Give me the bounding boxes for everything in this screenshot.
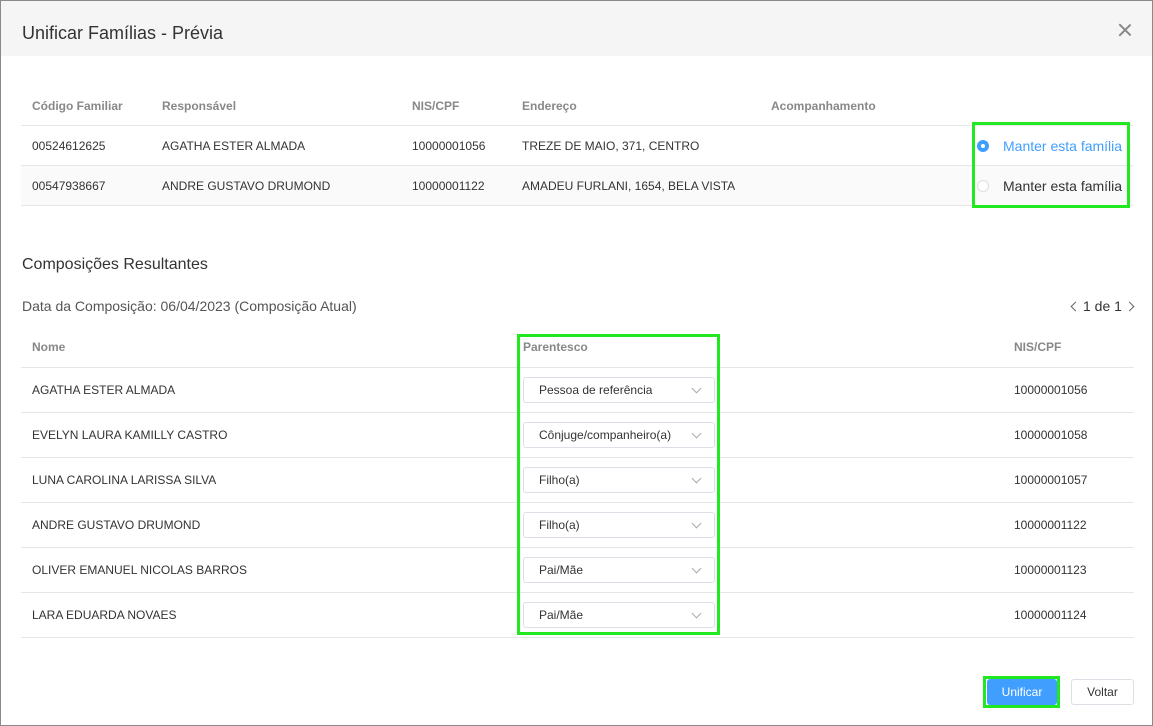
chevron-down-icon xyxy=(691,473,702,484)
chevron-down-icon xyxy=(691,518,702,529)
family-code: 00524612625 xyxy=(32,138,106,153)
relation-select[interactable]: Pai/Mãe xyxy=(523,557,715,583)
relation-select[interactable]: Filho(a) xyxy=(523,512,715,538)
radio-unselected-icon[interactable] xyxy=(977,179,989,192)
keep-family-label[interactable]: Manter esta família xyxy=(1003,178,1122,194)
close-icon[interactable] xyxy=(1118,23,1132,37)
family-address: TREZE DE MAIO, 371, CENTRO xyxy=(522,138,700,153)
chevron-down-icon xyxy=(691,608,702,619)
members-table-header: Nome Parentesco NIS/CPF xyxy=(21,327,1134,368)
member-nis: 10000001123 xyxy=(1014,563,1087,577)
dialog-title: Unificar Famílias - Prévia xyxy=(22,23,224,43)
col-header-address: Endereço xyxy=(522,98,577,113)
family-nis: 10000001056 xyxy=(412,138,486,153)
chevron-down-icon xyxy=(691,428,702,439)
chevron-left-icon[interactable] xyxy=(1070,301,1081,311)
member-row: EVELYN LAURA KAMILLY CASTRO Cônjuge/comp… xyxy=(21,413,1134,458)
composition-pager: 1 de 1 xyxy=(1068,298,1135,314)
member-nis: 10000001056 xyxy=(1014,383,1088,397)
col-header-tracking: Acompanhamento xyxy=(771,98,876,113)
pager-label: 1 de 1 xyxy=(1083,298,1122,314)
relation-select-value: Pai/Mãe xyxy=(539,563,584,577)
member-row: LARA EDUARDA NOVAES Pai/Mãe 10000001124 xyxy=(21,593,1134,638)
unify-button[interactable]: Unificar xyxy=(987,679,1057,705)
keep-family-label[interactable]: Manter esta família xyxy=(1003,138,1122,154)
members-table: Nome Parentesco NIS/CPF AGATHA ESTER ALM… xyxy=(21,327,1134,638)
relation-select-value: Pessoa de referência xyxy=(539,383,653,397)
composition-date: Data da Composição: 06/04/2023 (Composiç… xyxy=(22,298,357,314)
member-name: OLIVER EMANUEL NICOLAS BARROS xyxy=(32,563,247,577)
relation-select-value: Cônjuge/companheiro(a) xyxy=(539,428,672,442)
member-name: LARA EDUARDA NOVAES xyxy=(32,608,177,622)
member-name: EVELYN LAURA KAMILLY CASTRO xyxy=(32,428,228,442)
col-header-nis: NIS/CPF xyxy=(1014,340,1062,354)
dialog-header: Unificar Famílias - Prévia xyxy=(1,1,1152,56)
member-row: LUNA CAROLINA LARISSA SILVA Filho(a) 100… xyxy=(21,458,1134,503)
member-row: ANDRE GUSTAVO DRUMOND Filho(a) 100000011… xyxy=(21,503,1134,548)
member-row: OLIVER EMANUEL NICOLAS BARROS Pai/Mãe 10… xyxy=(21,548,1134,593)
unify-families-dialog: Unificar Famílias - Prévia Código Famili… xyxy=(0,0,1153,726)
family-responsible: ANDRE GUSTAVO DRUMOND xyxy=(162,178,331,193)
families-table-header: Código Familiar Responsável NIS/CPF Ende… xyxy=(21,86,1133,126)
family-address: AMADEU FURLANI, 1654, BELA VISTA xyxy=(522,178,736,193)
member-nis: 10000001124 xyxy=(1014,608,1087,622)
chevron-right-icon[interactable] xyxy=(1124,301,1135,311)
compositions-title: Composições Resultantes xyxy=(22,256,208,273)
col-header-name: Nome xyxy=(32,340,66,354)
radio-selected-icon[interactable] xyxy=(977,139,989,152)
member-nis: 10000001058 xyxy=(1014,428,1088,442)
relation-select[interactable]: Filho(a) xyxy=(523,467,715,493)
family-responsible: AGATHA ESTER ALMADA xyxy=(162,138,306,153)
member-name: AGATHA ESTER ALMADA xyxy=(32,383,176,397)
relation-select-value: Filho(a) xyxy=(539,518,580,532)
col-header-responsible: Responsável xyxy=(162,98,237,113)
member-name: LUNA CAROLINA LARISSA SILVA xyxy=(32,473,217,487)
relation-select-value: Pai/Mãe xyxy=(539,608,584,622)
col-header-code: Código Familiar xyxy=(32,98,123,113)
family-nis: 10000001122 xyxy=(412,178,485,193)
families-table: Código Familiar Responsável NIS/CPF Ende… xyxy=(21,86,1133,206)
relation-select[interactable]: Cônjuge/companheiro(a) xyxy=(523,422,715,448)
family-row: 00524612625 AGATHA ESTER ALMADA 10000001… xyxy=(21,126,1133,166)
keep-family-radio[interactable]: Manter esta família xyxy=(977,166,1122,205)
family-row: 00547938667 ANDRE GUSTAVO DRUMOND 100000… xyxy=(21,166,1133,206)
keep-family-radio[interactable]: Manter esta família xyxy=(977,126,1122,165)
relation-select[interactable]: Pessoa de referência xyxy=(523,377,715,403)
col-header-nis: NIS/CPF xyxy=(412,98,460,113)
relation-select-value: Filho(a) xyxy=(539,473,580,487)
back-button[interactable]: Voltar xyxy=(1071,679,1134,705)
family-code: 00547938667 xyxy=(32,178,106,193)
chevron-down-icon xyxy=(691,563,702,574)
member-name: ANDRE GUSTAVO DRUMOND xyxy=(32,518,201,532)
col-header-relation: Parentesco xyxy=(523,340,588,354)
member-nis: 10000001057 xyxy=(1014,473,1088,487)
member-row: AGATHA ESTER ALMADA Pessoa de referência… xyxy=(21,368,1134,413)
relation-select[interactable]: Pai/Mãe xyxy=(523,602,715,628)
member-nis: 10000001122 xyxy=(1014,518,1087,532)
chevron-down-icon xyxy=(691,383,702,394)
